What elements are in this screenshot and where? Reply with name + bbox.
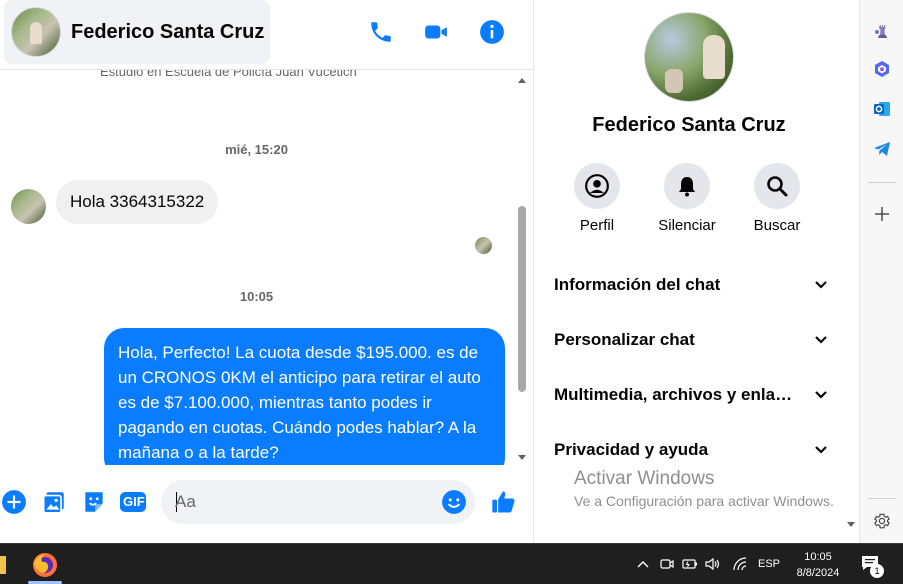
battery-icon[interactable] (681, 554, 699, 574)
firefox-icon[interactable] (31, 551, 59, 579)
scroll-down-arrow-icon[interactable] (518, 455, 526, 460)
section-label: Privacidad y ayuda (554, 440, 709, 459)
mute-button[interactable]: Silenciar (647, 163, 727, 234)
bell-icon[interactable] (664, 163, 710, 209)
scroll-thumb[interactable] (518, 206, 526, 392)
section-label: Personalizar chat (554, 330, 695, 349)
chevron-down-icon[interactable] (813, 277, 829, 293)
outlook-icon[interactable] (871, 98, 893, 120)
profile-icon[interactable] (574, 163, 620, 209)
chess-icon[interactable] (871, 20, 893, 42)
input-language[interactable]: ESP (758, 558, 780, 570)
section-chat-info[interactable]: Información del chat (554, 270, 829, 300)
chevron-down-icon[interactable] (813, 442, 829, 458)
mute-label: Silenciar (658, 217, 716, 234)
incoming-message[interactable]: Hola 3364315322 (56, 180, 219, 224)
timestamp: 10:05 (239, 289, 274, 304)
contact-name[interactable]: Federico Santa Cruz (71, 21, 264, 44)
copilot-icon[interactable] (871, 58, 893, 80)
chevron-down-icon[interactable] (813, 387, 829, 403)
section-label: Información del chat (554, 275, 721, 294)
edge-sidebar (859, 0, 903, 543)
info-icon[interactable] (478, 18, 506, 46)
photo-icon[interactable] (40, 488, 68, 516)
add-icon[interactable] (871, 203, 893, 225)
windows-taskbar: ESP 10:05 8/8/2024 1 (0, 543, 903, 584)
sender-avatar[interactable] (11, 189, 46, 224)
clock-date: 8/8/2024 (796, 567, 840, 579)
video-camera-icon[interactable] (422, 18, 450, 46)
section-customize-chat[interactable]: Personalizar chat (554, 325, 829, 355)
sidebar-divider (868, 498, 896, 499)
chat-header: Federico Santa Cruz (0, 0, 533, 70)
meet-now-icon[interactable] (658, 554, 676, 574)
profile-avatar[interactable] (644, 12, 734, 102)
message-scrollbar[interactable] (515, 78, 529, 460)
search-button[interactable]: Buscar (737, 163, 817, 234)
chevron-up-icon[interactable] (634, 554, 652, 574)
telegram-icon[interactable] (871, 138, 893, 160)
system-clock[interactable]: 10:05 8/8/2024 (790, 549, 846, 581)
message-input[interactable] (175, 480, 435, 524)
profile-name: Federico Santa Cruz (592, 114, 786, 136)
timestamp: mié, 15:20 (225, 142, 288, 157)
plus-icon[interactable] (0, 488, 28, 516)
clock-time: 10:05 (804, 551, 832, 563)
seen-indicator-avatar (475, 237, 492, 254)
emoji-icon[interactable] (441, 489, 467, 515)
chat-info-panel: Federico Santa Cruz Perfil Silenciar Bus… (533, 0, 859, 543)
notification-badge: 1 (870, 564, 884, 578)
wifi-icon[interactable] (731, 554, 749, 574)
sticker-icon[interactable] (80, 488, 108, 516)
section-media-files[interactable]: Multimedia, archivos y enlaces (554, 380, 829, 410)
search-label: Buscar (753, 217, 801, 234)
outgoing-message[interactable]: Hola, Perfecto! La cuota desde $195.000.… (104, 328, 505, 465)
contact-avatar[interactable] (11, 7, 61, 57)
section-label: Multimedia, archivos y enlaces (554, 385, 794, 404)
profile-label: Perfil (579, 217, 615, 234)
message-input-box[interactable] (161, 480, 475, 524)
contact-chip[interactable]: Federico Santa Cruz (4, 0, 270, 64)
chevron-down-icon[interactable] (813, 332, 829, 348)
composer: GIF (0, 470, 533, 536)
thumbs-up-icon[interactable] (490, 488, 518, 516)
message-list: Estudió en Escuela de Policía Juan Vucet… (0, 70, 513, 465)
section-privacy-help[interactable]: Privacidad y ayuda (554, 435, 829, 465)
volume-icon[interactable] (704, 554, 722, 574)
folder-icon[interactable] (0, 556, 6, 574)
scroll-down-arrow-icon[interactable] (847, 522, 855, 527)
sidebar-divider (868, 182, 896, 183)
settings-icon[interactable] (871, 510, 893, 532)
search-icon[interactable] (754, 163, 800, 209)
activate-windows-subtitle: Ve a Configuración para activar Windows. (574, 493, 834, 509)
gif-icon[interactable]: GIF (119, 488, 147, 516)
phone-icon[interactable] (367, 18, 395, 46)
scroll-up-arrow-icon[interactable] (518, 78, 526, 83)
contact-info-snippet: Estudió en Escuela de Policía Juan Vucet… (100, 70, 357, 79)
profile-button[interactable]: Perfil (557, 163, 637, 234)
activate-windows-title: Activar Windows (574, 468, 715, 489)
chat-pane: Federico Santa Cruz Estudió en Escuela d… (0, 0, 533, 543)
gif-label: GIF (123, 494, 145, 509)
